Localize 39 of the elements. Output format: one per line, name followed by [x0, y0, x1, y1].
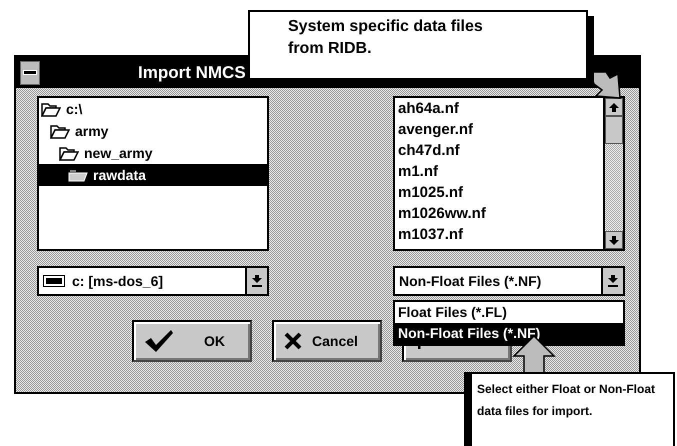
- dropdown-button[interactable]: [601, 268, 623, 294]
- down-arrow-icon: [252, 275, 262, 287]
- drive-dropdown[interactable]: c: [ms-dos_6]: [37, 266, 269, 296]
- window-title: Import NMCS: [138, 62, 246, 82]
- folder-icon: [41, 101, 61, 117]
- file-item[interactable]: m1025.nf: [398, 182, 603, 203]
- drive-icon: [43, 275, 65, 287]
- x-icon: [284, 332, 302, 350]
- directory-item[interactable]: c:\: [39, 98, 267, 120]
- file-item[interactable]: m1.nf: [398, 161, 603, 182]
- dropdown-option[interactable]: Non-Float Files (*.NF): [395, 323, 623, 344]
- file-list[interactable]: ah64a.nf avenger.nf ch47d.nf m1.nf m1025.nf m1026ww.nf m1037.nf: [393, 96, 625, 251]
- cancel-button[interactable]: Cancel: [272, 320, 382, 362]
- file-type-dropdown[interactable]: Non-Float Files (*.NF): [393, 266, 625, 296]
- dropdown-button[interactable]: [245, 268, 267, 294]
- checkmark-icon: [144, 329, 174, 353]
- down-arrow-icon: [609, 236, 619, 244]
- file-item[interactable]: avenger.nf: [398, 119, 603, 140]
- file-item[interactable]: m1026ww.nf: [398, 203, 603, 224]
- file-type-value: Non-Float Files (*.NF): [399, 273, 542, 289]
- directory-item[interactable]: new_army: [39, 142, 267, 164]
- file-item[interactable]: m1037.nf: [398, 224, 603, 245]
- system-menu-button[interactable]: [20, 60, 40, 84]
- scroll-thumb[interactable]: [605, 116, 623, 144]
- ok-button[interactable]: OK: [132, 320, 252, 362]
- dropdown-option[interactable]: Float Files (*.FL): [395, 302, 623, 323]
- directory-item[interactable]: army: [39, 120, 267, 142]
- scroll-down-button[interactable]: [605, 231, 623, 249]
- scrollbar[interactable]: [603, 98, 623, 249]
- down-arrow-icon: [608, 275, 618, 287]
- file-item[interactable]: ah64a.nf: [398, 98, 603, 119]
- up-arrow-icon: [609, 102, 619, 112]
- folder-icon: [50, 123, 70, 139]
- directory-item[interactable]: rawdata: [39, 164, 267, 186]
- drive-value: c: [ms-dos_6]: [72, 273, 164, 289]
- folder-icon: [59, 145, 79, 161]
- directory-list[interactable]: c:\ army new_army rawdata: [37, 96, 269, 251]
- scroll-up-button[interactable]: [605, 98, 623, 116]
- file-item[interactable]: ch47d.nf: [398, 140, 603, 161]
